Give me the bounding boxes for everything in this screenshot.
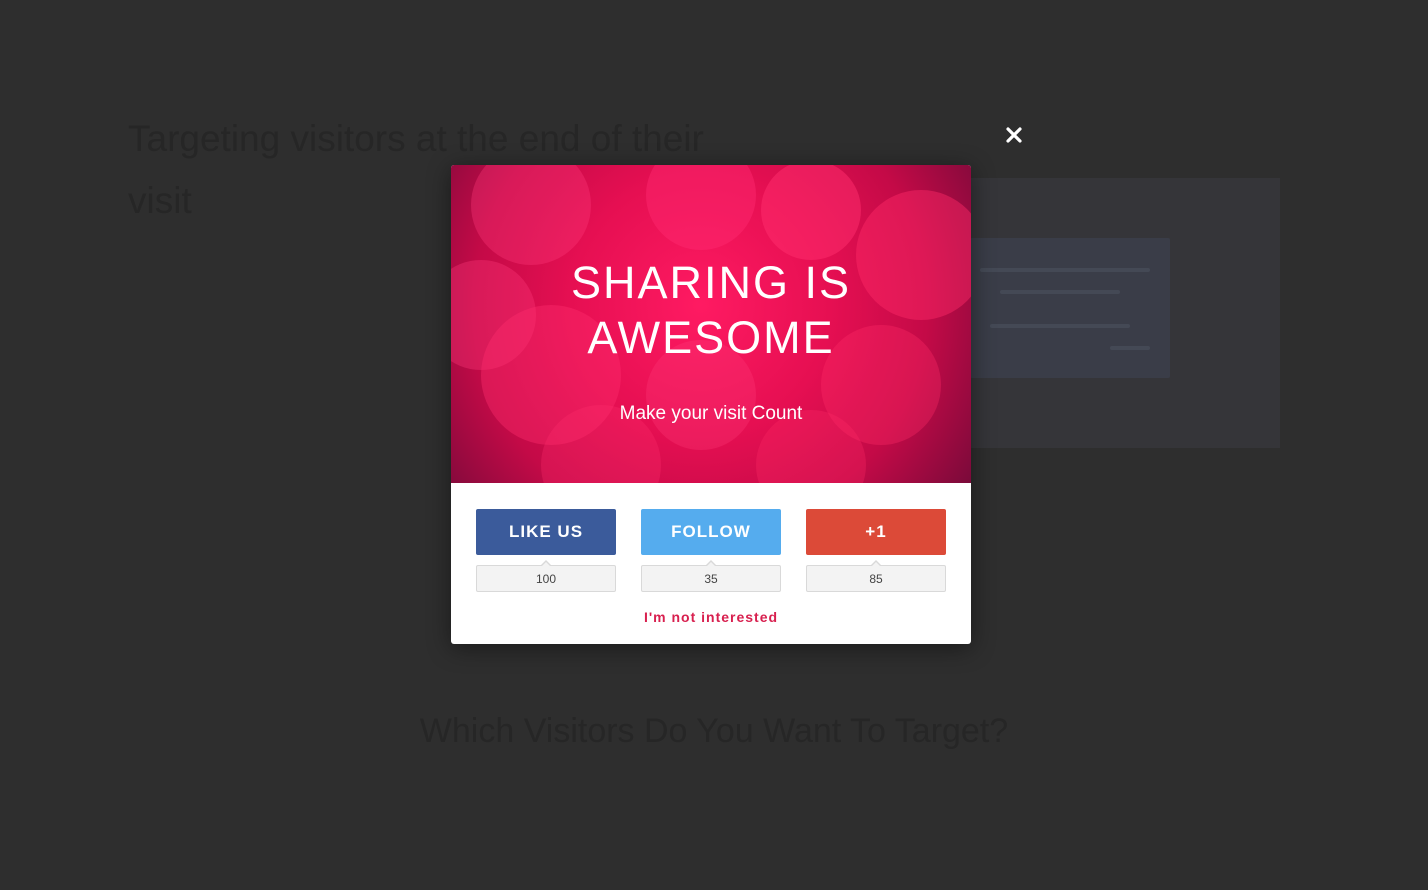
modal-hero: SHARING IS AWESOME Make your visit Count: [451, 165, 971, 483]
background-image: [970, 178, 1280, 448]
not-interested-link[interactable]: I'm not interested: [451, 609, 971, 625]
share-actions: LIKE US 100 FOLLOW 35 +1 85 I'm not inte…: [451, 483, 971, 644]
plus-one-button[interactable]: +1: [806, 509, 946, 555]
like-count: 100: [476, 560, 616, 592]
modal-subtitle: Make your visit Count: [619, 403, 803, 424]
background-section-title: Which Visitors Do You Want To Target?: [419, 712, 1009, 750]
follow-share-group: FOLLOW 35: [641, 509, 781, 592]
follow-count: 35: [641, 560, 781, 592]
like-us-button[interactable]: LIKE US: [476, 509, 616, 555]
follow-button[interactable]: FOLLOW: [641, 509, 781, 555]
plus-one-share-group: +1 85: [806, 509, 946, 592]
close-icon: [1006, 127, 1022, 143]
plus-one-count: 85: [806, 560, 946, 592]
close-button[interactable]: [1000, 121, 1028, 149]
share-modal: SHARING IS AWESOME Make your visit Count…: [451, 165, 971, 644]
background-image-detail: [970, 178, 1280, 448]
like-share-group: LIKE US 100: [476, 509, 616, 592]
modal-title: SHARING IS AWESOME: [570, 257, 852, 363]
